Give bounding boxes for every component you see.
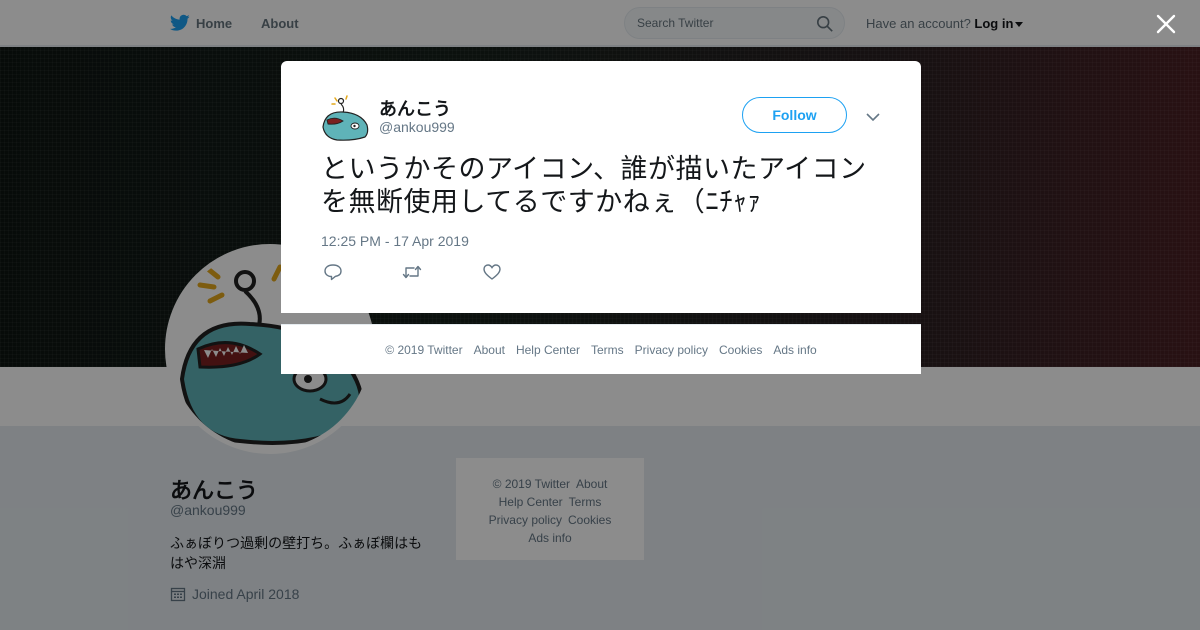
footer-ads-link[interactable]: Ads info <box>773 343 816 357</box>
footer-help-link[interactable]: Help Center <box>516 343 580 357</box>
tweet-author-name[interactable]: あんこう <box>379 95 451 121</box>
footer-about-link[interactable]: About <box>474 343 505 357</box>
reply-icon[interactable] <box>323 263 343 281</box>
tweet-text: というかそのアイコン、誰が描いたアイコンを無断使用してるですかねぇ（ﾆﾁｬｧ <box>321 154 867 217</box>
tweet-timestamp[interactable]: 12:25 PM - 17 Apr 2019 <box>321 233 469 249</box>
footer-copyright: © 2019 Twitter <box>385 342 463 357</box>
retweet-icon[interactable] <box>402 263 422 281</box>
follow-button[interactable]: Follow <box>742 97 847 133</box>
chevron-down-icon[interactable] <box>865 111 881 123</box>
tweet-author-avatar[interactable] <box>321 93 369 141</box>
modal-footer: © 2019 Twitter About Help Center Terms P… <box>281 324 921 374</box>
footer-cookies-link[interactable]: Cookies <box>719 343 762 357</box>
tweet-author-handle[interactable]: @ankou999 <box>379 119 455 135</box>
like-heart-icon[interactable] <box>482 263 502 281</box>
footer-privacy-link[interactable]: Privacy policy <box>635 343 708 357</box>
tweet-modal: あんこう @ankou999 Follow というかそのアイコン、誰が描いたアイ… <box>281 61 921 313</box>
footer-terms-link[interactable]: Terms <box>591 343 624 357</box>
close-icon[interactable] <box>1154 12 1178 36</box>
